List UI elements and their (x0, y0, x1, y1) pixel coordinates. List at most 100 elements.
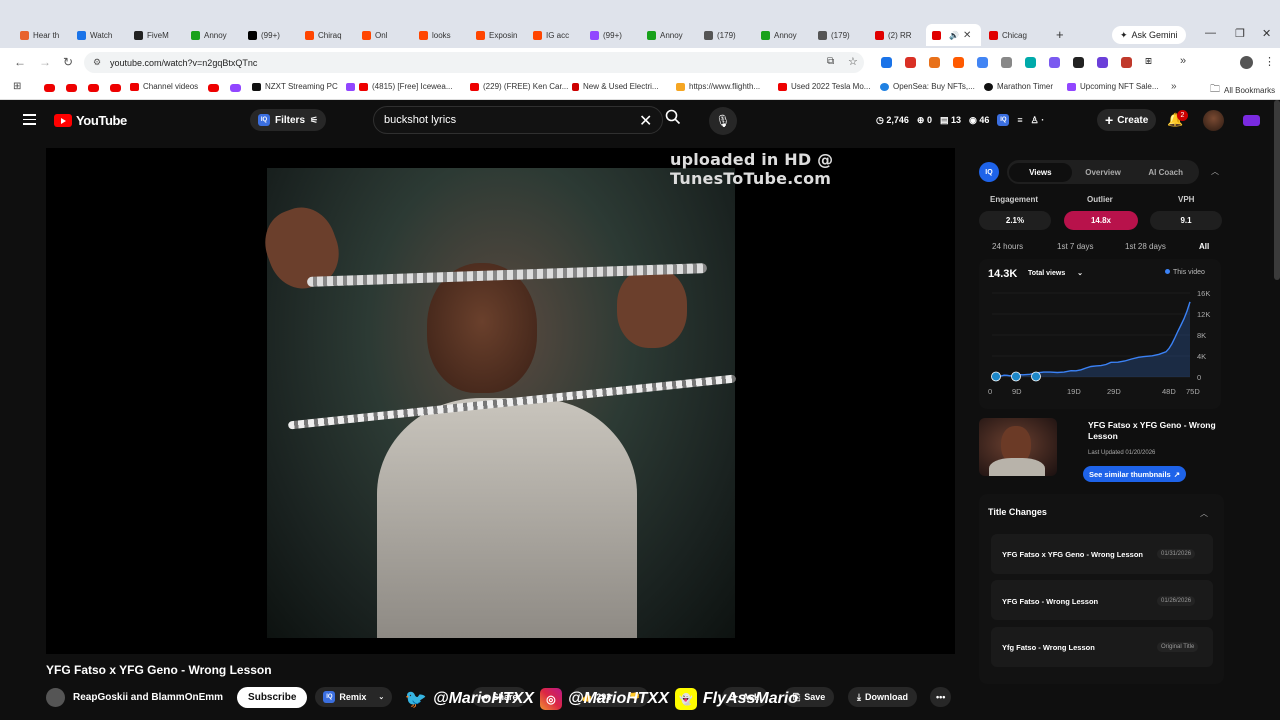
search-input[interactable]: buckshot lyrics (373, 106, 663, 134)
account-avatar[interactable] (1203, 110, 1224, 131)
bookmark-youtube-icon[interactable] (66, 84, 77, 92)
site-info-icon[interactable]: ⚙ (93, 57, 101, 68)
bookmark-ken-car[interactable]: (229) (FREE) Ken Car... (470, 82, 568, 91)
extension-icon[interactable] (1073, 57, 1084, 68)
search-icon[interactable] (665, 109, 681, 128)
maximize-icon[interactable]: ❐ (1235, 27, 1245, 40)
chevron-up-icon[interactable]: ︿ (1200, 508, 1208, 519)
extension-icon[interactable] (953, 57, 964, 68)
browser-tab[interactable]: (2) RR (869, 24, 924, 46)
remix-button[interactable]: IQ Remix ⌄ (315, 687, 393, 707)
extension-icon[interactable] (1001, 57, 1012, 68)
video-player[interactable]: uploaded in HD @ TunesToTube.com (46, 148, 955, 654)
minimize-icon[interactable]: — (1205, 27, 1216, 39)
trophy-icon[interactable]: ♙ · (1031, 115, 1045, 126)
browser-tab[interactable]: Hear th (14, 24, 69, 46)
clear-search-icon[interactable]: ✕ (639, 111, 652, 131)
extension-icon[interactable] (929, 57, 940, 68)
extension-icon[interactable] (977, 57, 988, 68)
tab-views[interactable]: Views (1009, 162, 1072, 182)
bookmark-nft-sales[interactable]: Upcoming NFT Sale... (1067, 82, 1159, 91)
browser-tab[interactable]: Annoy (185, 24, 240, 46)
range-28d[interactable]: 1st 28 days (1125, 242, 1166, 251)
browser-tab[interactable]: IG acc (527, 24, 582, 46)
more-actions-button[interactable]: ••• (930, 687, 952, 707)
close-window-icon[interactable]: ✕ (1262, 27, 1271, 40)
bookmark-tesla-new[interactable]: New & Used Electri... (572, 82, 659, 91)
channel-avatar[interactable] (46, 687, 65, 707)
bookmark-opensea[interactable]: OpenSea: Buy NFTs,... (880, 82, 975, 91)
forward-icon[interactable]: → (39, 55, 51, 69)
bookmark-youtube-icon[interactable] (110, 84, 121, 92)
extension-icon[interactable] (1121, 57, 1132, 68)
tab-overview[interactable]: Overview (1072, 163, 1135, 182)
bookmark-flighthub[interactable]: https://www.flighth... (676, 82, 760, 91)
voice-search-button[interactable]: 🎙 (709, 107, 737, 135)
close-tab-icon[interactable]: ✕ (963, 30, 971, 41)
speaker-icon[interactable]: 🔊 (949, 31, 959, 40)
extension-icon[interactable] (881, 57, 892, 68)
page-scrollbar[interactable] (1274, 100, 1280, 280)
extension-icon[interactable] (1025, 57, 1036, 68)
chart-event-marker[interactable] (991, 371, 1001, 382)
subscribe-button[interactable]: Subscribe (237, 686, 308, 708)
video-thumbnail[interactable] (979, 418, 1057, 476)
browser-tab[interactable]: 🔊 ✕ (926, 24, 981, 46)
browser-menu-icon[interactable]: ⋮ (1264, 55, 1275, 68)
bookmark-channel-videos[interactable]: Channel videos (130, 82, 198, 91)
browser-tab[interactable]: Onl (356, 24, 411, 46)
range-all[interactable]: All (1199, 242, 1209, 251)
extension-icon[interactable] (1097, 57, 1108, 68)
bookmark-twitch-icon[interactable] (230, 84, 241, 92)
browser-tab[interactable]: Annoy (641, 24, 696, 46)
download-button[interactable]: ⤓ Download (848, 687, 917, 707)
browser-tab[interactable]: (179) (812, 24, 867, 46)
chevron-up-icon[interactable]: ︿ (1211, 166, 1219, 177)
menu-icon[interactable] (23, 114, 36, 125)
bookmark-youtube-icon[interactable] (44, 84, 55, 92)
bookmark-nzxt[interactable]: NZXT Streaming PC (252, 82, 338, 91)
profile-menu-icon[interactable]: » (1180, 55, 1186, 67)
browser-tab[interactable]: (179) (698, 24, 753, 46)
list-icon[interactable]: ≡ (1017, 115, 1022, 125)
url-field[interactable]: youtube.com/watch?v=n2gqBtxQTnc (84, 52, 864, 73)
chart-event-marker[interactable] (1011, 371, 1021, 382)
reload-icon[interactable]: ↻ (63, 55, 73, 69)
back-icon[interactable]: ← (14, 55, 26, 69)
channel-name[interactable]: ReapGoskii and BlammOnEmm (73, 692, 223, 703)
all-bookmarks[interactable]: 🗀 All Bookmarks (1210, 82, 1275, 99)
browser-tab[interactable]: (99+) (584, 24, 639, 46)
views-line-chart[interactable]: 16K 12K 8K 4K 0 0 9D 19D 29D 48D 75D (980, 285, 1220, 405)
browser-tab[interactable]: Watch (71, 24, 126, 46)
apps-grid-icon[interactable]: ⊞ (13, 81, 21, 92)
browser-tab[interactable]: (99+) (242, 24, 297, 46)
bookmark-tesla-used[interactable]: Used 2022 Tesla Mo... (778, 82, 870, 91)
browser-tab[interactable]: Chiraq (299, 24, 354, 46)
browser-profile-avatar[interactable] (1240, 56, 1253, 69)
star-icon[interactable]: ☆ (848, 55, 858, 68)
bookmark-youtube-icon[interactable] (208, 84, 219, 92)
iq-icon[interactable]: IQ (997, 114, 1010, 126)
bookmark-marathon-timer[interactable]: Marathon Timer (984, 82, 1053, 91)
browser-tab[interactable]: Exposin (470, 24, 525, 46)
browser-tab[interactable]: Chicag (983, 24, 1038, 46)
chart-event-marker[interactable] (1031, 371, 1041, 382)
extensions-puzzle-icon[interactable]: ⧆ (1145, 55, 1152, 68)
bookmark-icewear[interactable]: (4815) [Free] Icewea... (346, 82, 452, 91)
tab-ai-coach[interactable]: AI Coach (1134, 163, 1197, 182)
extension-badge[interactable] (1243, 115, 1260, 126)
filters-button[interactable]: IQ Filters ⚟ (250, 109, 327, 131)
total-views-select[interactable]: Total views ⌄ (1028, 269, 1083, 277)
range-24h[interactable]: 24 hours (992, 242, 1023, 251)
more-bookmarks-icon[interactable]: » (1171, 81, 1177, 92)
bookmark-youtube-icon[interactable] (88, 84, 99, 92)
browser-tab[interactable]: Annoy (755, 24, 810, 46)
new-tab-icon[interactable]: + (1056, 27, 1064, 42)
browser-tab[interactable]: FiveM (128, 24, 183, 46)
youtube-logo[interactable]: YouTube (54, 113, 127, 128)
browser-tab[interactable]: looks (413, 24, 468, 46)
install-icon[interactable]: ⧉ (827, 56, 834, 67)
see-similar-thumbnails-button[interactable]: See similar thumbnails ↗ (1083, 466, 1186, 482)
create-button[interactable]: + Create (1097, 109, 1157, 131)
range-7d[interactable]: 1st 7 days (1057, 242, 1093, 251)
